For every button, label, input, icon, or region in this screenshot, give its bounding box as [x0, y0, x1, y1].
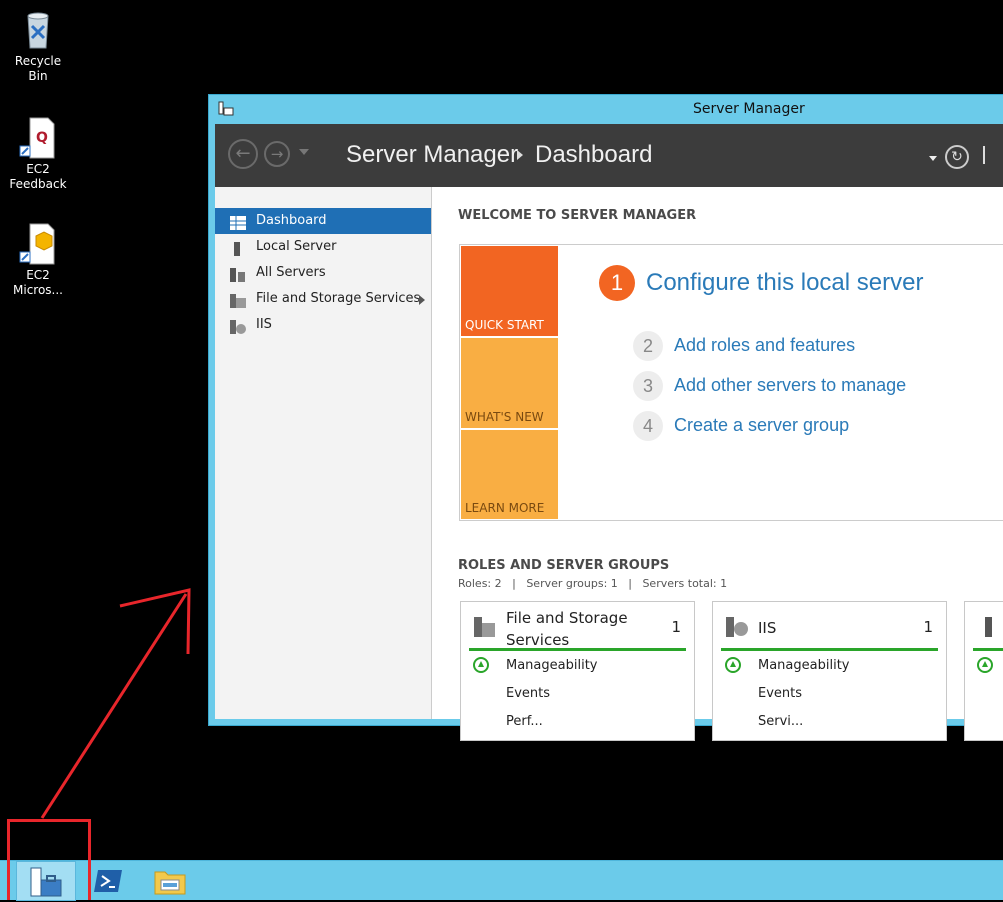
annotation-arrow [40, 588, 191, 819]
